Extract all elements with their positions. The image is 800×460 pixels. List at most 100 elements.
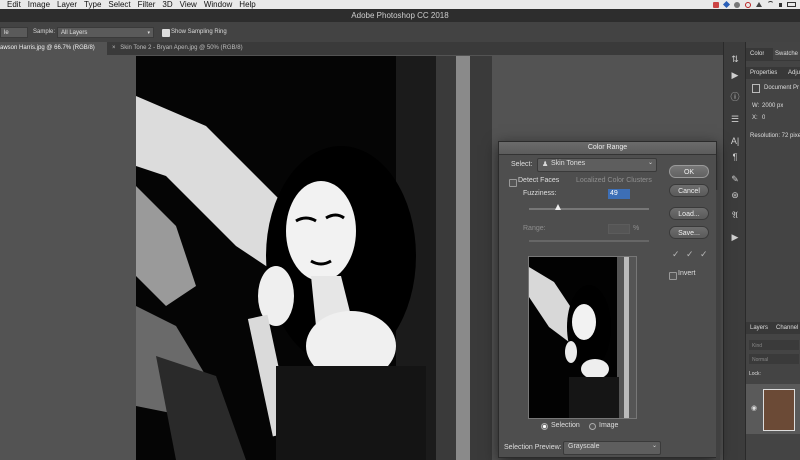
width-label: W: bbox=[752, 103, 760, 109]
wifi-icon[interactable] bbox=[767, 1, 774, 8]
menu-type[interactable]: Type bbox=[84, 0, 101, 9]
sample-label: Sample: bbox=[33, 29, 56, 35]
load-button[interactable]: Load... bbox=[669, 207, 709, 220]
color-panel-tabs: Color Swatche bbox=[746, 48, 800, 61]
sample-size-select[interactable]: le bbox=[0, 27, 28, 38]
range-label: Range: bbox=[523, 225, 546, 232]
paragraph-icon[interactable]: ¶ bbox=[727, 150, 743, 164]
image-radio[interactable] bbox=[589, 423, 596, 430]
actions-play-icon[interactable]: ▶ bbox=[727, 68, 743, 82]
canvas-scrollbar[interactable] bbox=[716, 190, 720, 460]
eye-icon[interactable]: ◉ bbox=[751, 404, 757, 412]
range-unit: % bbox=[633, 225, 640, 232]
select-label: Select: bbox=[511, 161, 533, 168]
eyedropper-plus-icon[interactable]: ✓ bbox=[686, 249, 694, 260]
menu-3d[interactable]: 3D bbox=[162, 0, 172, 9]
airplay-icon[interactable] bbox=[756, 2, 762, 7]
layer-filter-select[interactable]: Kind bbox=[749, 340, 799, 350]
sampling-ring-checkbox[interactable] bbox=[162, 29, 170, 37]
options-bar: le Sample: All Layers ▾ Show Sampling Ri… bbox=[0, 22, 800, 43]
image-radio-label: Image bbox=[599, 422, 619, 429]
menu-image[interactable]: Image bbox=[28, 0, 50, 9]
tab-document-2[interactable]: × Skin Tone 2 - Bryan Apen.jpg @ 50% (RG… bbox=[109, 42, 309, 55]
tab-label: awson Harris.jpg @ 66.7% (RGB/8) bbox=[0, 45, 95, 51]
document-image[interactable] bbox=[136, 56, 492, 460]
tab-swatches[interactable]: Swatche bbox=[773, 48, 800, 60]
cancel-button[interactable]: Cancel bbox=[669, 184, 709, 197]
sample-select-value: All Layers bbox=[61, 30, 88, 36]
clone-source-icon[interactable]: ⊛ bbox=[727, 188, 743, 202]
tab-properties[interactable]: Properties bbox=[750, 67, 777, 79]
blend-mode-value: Normal bbox=[752, 357, 769, 363]
adjust-icon[interactable]: ☰ bbox=[727, 112, 743, 126]
properties-doc-label: Document Pr bbox=[764, 85, 800, 91]
fuzziness-input[interactable]: 49 bbox=[608, 189, 630, 199]
select-dropdown[interactable]: ♟ Skin Tones ⌄ bbox=[537, 158, 657, 172]
kind-label: Kind bbox=[752, 343, 763, 349]
blend-mode-select[interactable]: Normal bbox=[749, 354, 799, 364]
creative-cloud-icon[interactable] bbox=[745, 1, 751, 8]
glyphs-icon[interactable]: 𝔄 bbox=[727, 208, 743, 222]
preview-graphic bbox=[529, 257, 636, 418]
detect-faces-checkbox[interactable] bbox=[509, 179, 517, 187]
sampling-ring-label: Show Sampling Ring bbox=[171, 29, 227, 35]
document-tabs: awson Harris.jpg @ 66.7% (RGB/8) × Skin … bbox=[0, 42, 745, 55]
skin-tones-icon: ♟ bbox=[542, 161, 549, 168]
tab-color[interactable]: Color bbox=[750, 48, 764, 60]
cloud-icon[interactable] bbox=[734, 1, 740, 8]
selection-radio[interactable] bbox=[541, 423, 548, 430]
window-title: Adobe Photoshop CC 2018 bbox=[0, 9, 800, 22]
tab-document-1[interactable]: awson Harris.jpg @ 66.7% (RGB/8) bbox=[0, 42, 107, 55]
selection-preview-label: Selection Preview: bbox=[504, 444, 562, 451]
menu-window[interactable]: Window bbox=[204, 0, 232, 9]
resolution-text: Resolution: 72 pixel bbox=[750, 133, 800, 139]
ok-button[interactable]: OK bbox=[669, 165, 709, 178]
width-value[interactable]: 2000 px bbox=[762, 100, 783, 112]
volume-icon[interactable] bbox=[779, 2, 782, 7]
localized-clusters-label: Localized Color Clusters bbox=[576, 177, 652, 184]
range-slider-track bbox=[529, 240, 649, 242]
photo-graphic bbox=[136, 56, 492, 460]
tab-channels[interactable]: Channel bbox=[776, 322, 798, 334]
battery-icon[interactable] bbox=[787, 2, 796, 7]
dialog-title: Color Range bbox=[499, 142, 716, 155]
libraries-icon[interactable]: ▶ bbox=[727, 230, 743, 244]
layer-thumbnail bbox=[763, 389, 795, 431]
selection-preview-value: Grayscale bbox=[568, 443, 600, 450]
info-icon[interactable]: ⓘ bbox=[727, 90, 743, 104]
menu-help[interactable]: Help bbox=[239, 0, 255, 9]
save-button[interactable]: Save... bbox=[669, 226, 709, 239]
tab-adjustments[interactable]: Adju bbox=[788, 67, 800, 79]
fuzziness-slider-thumb[interactable] bbox=[555, 204, 562, 210]
layer-row[interactable]: ◉ bbox=[746, 384, 800, 434]
lock-label: Lock: bbox=[749, 371, 761, 377]
properties-panel-tabs: Properties Adju bbox=[746, 67, 800, 79]
selection-preview-image[interactable] bbox=[528, 256, 637, 419]
dropbox-icon[interactable] bbox=[722, 0, 731, 9]
invert-checkbox[interactable] bbox=[669, 272, 677, 280]
character-icon[interactable]: A| bbox=[727, 134, 743, 148]
menu-view[interactable]: View bbox=[180, 0, 197, 9]
eyedropper-icon[interactable]: ✓ bbox=[672, 249, 680, 260]
chevron-down-icon: ⌄ bbox=[651, 443, 657, 449]
invert-label: Invert bbox=[678, 270, 696, 277]
tab-label: Skin Tone 2 - Bryan Apen.jpg @ 50% (RGB/… bbox=[120, 45, 243, 51]
range-input bbox=[608, 224, 630, 234]
menu-edit[interactable]: Edit bbox=[7, 0, 21, 9]
brush-settings-icon[interactable]: ✎ bbox=[727, 172, 743, 186]
x-value[interactable]: 0 bbox=[762, 112, 765, 124]
eyedropper-minus-icon[interactable]: ✓ bbox=[700, 249, 708, 260]
menu-select[interactable]: Select bbox=[108, 0, 130, 9]
tab-layers[interactable]: Layers bbox=[750, 322, 768, 334]
selection-radio-label: Selection bbox=[551, 422, 580, 429]
menu-layer[interactable]: Layer bbox=[57, 0, 77, 9]
history-icon[interactable]: ⇅ bbox=[727, 52, 743, 66]
app-icon[interactable] bbox=[713, 1, 719, 8]
close-icon[interactable]: × bbox=[112, 45, 116, 51]
fuzziness-slider-track[interactable] bbox=[529, 208, 649, 210]
chevron-down-icon: ⌄ bbox=[647, 160, 653, 166]
sample-select[interactable]: All Layers ▾ bbox=[57, 27, 154, 38]
menu-filter[interactable]: Filter bbox=[138, 0, 156, 9]
fuzziness-label: Fuzziness: bbox=[523, 190, 557, 197]
selection-preview-select[interactable]: Grayscale ⌄ bbox=[563, 441, 661, 455]
